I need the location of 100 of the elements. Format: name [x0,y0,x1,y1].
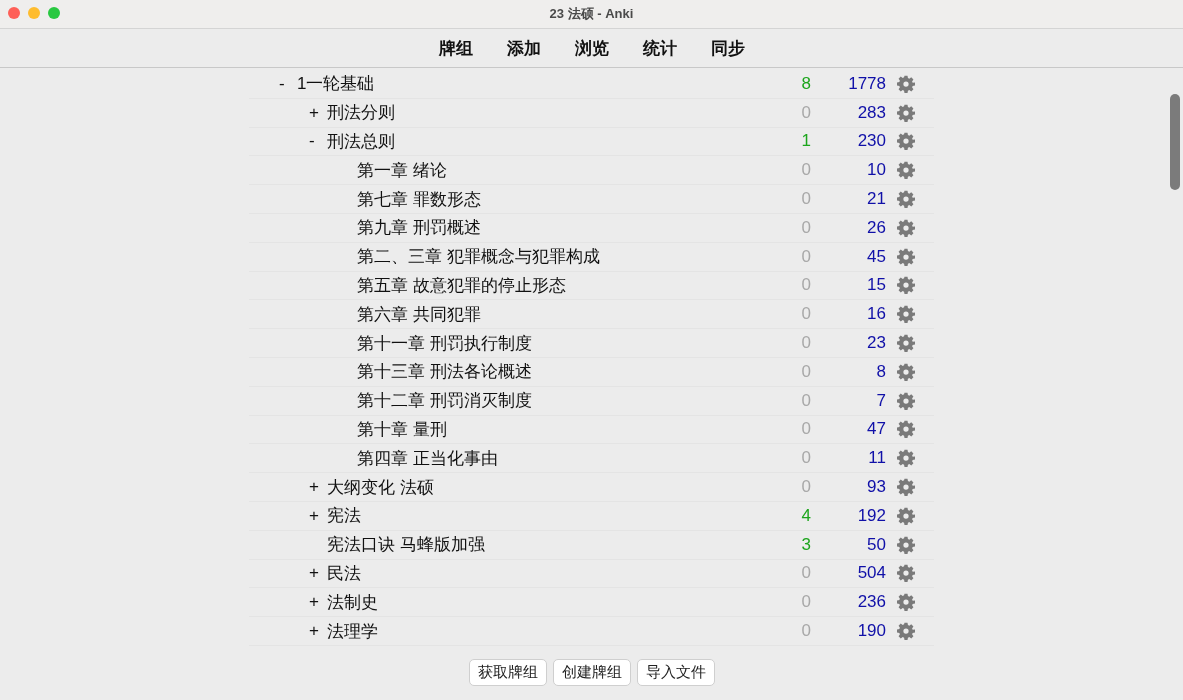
deck-name[interactable]: 大纲变化 法硕 [327,475,751,499]
collapse-toggle[interactable]: + [309,592,319,613]
deck-name[interactable]: 第二、三章 犯罪概念与犯罪构成 [357,245,751,269]
deck-row[interactable]: 第十章 量刑 0 47 [249,415,934,445]
collapse-toggle[interactable]: + [309,563,319,584]
gear-icon[interactable] [897,161,915,180]
due-count: 504 [856,563,886,584]
deck-row[interactable]: + 刑法分则 0 283 [249,98,934,128]
deck-row[interactable]: 第七章 罪数形态 0 21 [249,185,934,214]
due-count: 50 [866,534,886,555]
toolbar-link[interactable]: 浏览 [574,36,609,60]
collapse-toggle[interactable]: + [309,102,319,123]
deck-row[interactable]: + 宪法 4 192 [249,501,934,531]
due-count: 23 [866,333,886,354]
new-count: 0 [800,160,811,181]
deck-name[interactable]: 宪法口诀 马蜂版加强 [327,533,751,557]
due-count: 230 [856,131,886,152]
gear-icon[interactable] [897,190,915,209]
new-count: 0 [800,275,811,296]
deck-name[interactable]: 法理学 [327,619,751,643]
deck-row[interactable]: 第二、三章 犯罪概念与犯罪构成 0 45 [249,242,934,272]
toolbar-link[interactable]: 牌组 [438,36,473,60]
toolbar-link[interactable]: 添加 [506,36,541,60]
gear-icon[interactable] [897,276,915,295]
gear-icon[interactable] [897,478,915,497]
deck-row[interactable]: 第十三章 刑法各论概述 0 8 [249,357,934,387]
collapse-toggle[interactable]: - [279,73,285,94]
gear-icon[interactable] [897,305,915,324]
action-button[interactable]: 导入文件 [636,658,715,686]
deck-name[interactable]: 第四章 正当化事由 [357,446,751,470]
deck-row[interactable]: 第五章 故意犯罪的停止形态 0 15 [249,271,934,301]
deck-name[interactable]: 第九章 刑罚概述 [357,216,751,240]
deck-name[interactable]: 民法 [327,561,751,585]
deck-name[interactable]: 1一轮基础 [297,72,751,96]
gear-icon[interactable] [897,132,915,151]
deck-name[interactable]: 第六章 共同犯罪 [357,302,751,326]
due-count: 16 [866,304,886,325]
new-count: 4 [800,505,811,526]
deck-name[interactable]: 刑法总则 [327,130,751,153]
close-button[interactable] [8,7,20,19]
deck-row[interactable]: 宪法口诀 马蜂版加强 3 50 [249,530,934,560]
deck-row[interactable]: 第十一章 刑罚执行制度 0 23 [249,329,934,358]
deck-row[interactable]: + 大纲变化 法硕 0 93 [249,473,934,502]
collapse-toggle[interactable]: - [309,131,315,152]
gear-icon[interactable] [897,535,915,554]
action-button[interactable]: 获取牌组 [468,658,547,686]
gear-icon[interactable] [897,564,915,583]
deck-name[interactable]: 第一章 绪论 [357,158,751,182]
new-count: 0 [800,419,811,440]
deck-row[interactable]: 第十二章 刑罚消灭制度 0 7 [249,386,934,416]
new-count: 0 [800,563,811,584]
deck-row[interactable]: 第九章 刑罚概述 0 26 [249,214,934,243]
due-count: 1778 [847,73,886,94]
deck-name[interactable]: 法制史 [327,590,751,614]
new-count: 0 [800,592,811,613]
gear-icon[interactable] [897,247,915,266]
new-count: 0 [800,448,811,469]
collapse-toggle[interactable]: + [309,477,319,498]
new-count: 1 [800,131,811,152]
toolbar-link[interactable]: 统计 [642,36,677,60]
new-count: 0 [800,390,811,411]
due-count: 21 [866,189,886,210]
deck-name[interactable]: 第十三章 刑法各论概述 [357,360,751,384]
gear-icon[interactable] [897,622,915,641]
gear-icon[interactable] [897,74,915,93]
due-count: 283 [856,102,886,123]
deck-name[interactable]: 宪法 [327,504,751,528]
gear-icon[interactable] [897,362,915,381]
gear-icon[interactable] [897,593,915,612]
deck-name[interactable]: 第五章 故意犯罪的停止形态 [357,273,751,297]
deck-name[interactable]: 第十一章 刑罚执行制度 [357,331,751,355]
gear-icon[interactable] [897,449,915,468]
deck-row[interactable]: + 民法 0 504 [249,559,934,589]
deck-name[interactable]: 第十章 量刑 [357,417,751,441]
scrollbar-thumb[interactable] [1170,94,1180,190]
gear-icon[interactable] [897,103,915,122]
collapse-toggle[interactable]: + [309,505,319,526]
gear-icon[interactable] [897,334,915,353]
new-count: 0 [800,333,811,354]
deck-name[interactable]: 第七章 罪数形态 [357,187,751,211]
deck-name[interactable]: 刑法分则 [327,101,751,125]
due-count: 236 [856,592,886,613]
zoom-button[interactable] [48,7,60,19]
gear-icon[interactable] [897,506,915,525]
deck-row[interactable]: 第六章 共同犯罪 0 16 [249,300,934,330]
gear-icon[interactable] [897,391,915,410]
action-button[interactable]: 创建牌组 [552,658,631,686]
gear-icon[interactable] [897,218,915,237]
deck-row[interactable]: 第一章 绪论 0 10 [249,156,934,186]
toolbar-link[interactable]: 同步 [710,36,745,60]
deck-name[interactable]: 第十二章 刑罚消灭制度 [357,389,751,413]
deck-row[interactable]: - 1一轮基础 8 1778 [249,70,934,99]
deck-row[interactable]: - 刑法总则 1 230 [249,127,934,157]
deck-row[interactable]: + 法理学 0 190 [249,617,934,646]
new-count: 8 [800,73,811,94]
gear-icon[interactable] [897,420,915,439]
new-count: 0 [800,217,811,238]
collapse-toggle[interactable]: + [309,621,319,642]
deck-row[interactable]: + 法制史 0 236 [249,588,934,618]
deck-row[interactable]: 第四章 正当化事由 0 11 [249,444,934,474]
